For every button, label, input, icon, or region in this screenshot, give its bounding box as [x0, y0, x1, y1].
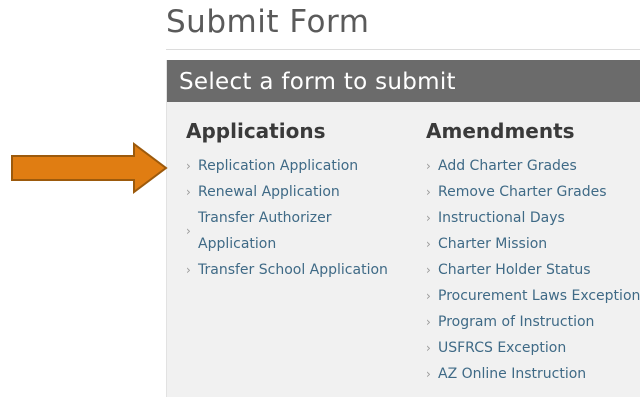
list-item: › Remove Charter Grades: [426, 179, 640, 205]
list-item: › Charter Mission: [426, 231, 640, 257]
form-selection-panel: Select a form to submit Applications › R…: [166, 60, 640, 397]
list-item: › Replication Application: [186, 153, 408, 179]
list-item: › USFRCS Exception: [426, 335, 640, 361]
list-item: › Program of Instruction: [426, 309, 640, 335]
list-item: › Transfer Authorizer Application: [186, 205, 408, 257]
chevron-right-icon: ›: [426, 159, 431, 173]
list-item: › Instructional Days: [426, 205, 640, 231]
chevron-right-icon: ›: [426, 315, 431, 329]
chevron-right-icon: ›: [426, 263, 431, 277]
procurement-laws-exception-link[interactable]: Procurement Laws Exception: [438, 283, 640, 309]
replication-application-link[interactable]: Replication Application: [198, 153, 358, 179]
amendments-list: › Add Charter Grades › Remove Charter Gr…: [426, 153, 640, 387]
list-item: › Transfer School Application: [186, 257, 408, 283]
transfer-school-application-link[interactable]: Transfer School Application: [198, 257, 388, 283]
add-charter-grades-link[interactable]: Add Charter Grades: [438, 153, 577, 179]
amendments-column: Amendments › Add Charter Grades › Remove…: [426, 118, 640, 387]
charter-holder-status-link[interactable]: Charter Holder Status: [438, 257, 591, 283]
az-online-instruction-link[interactable]: AZ Online Instruction: [438, 361, 586, 387]
chevron-right-icon: ›: [186, 159, 191, 173]
list-item: › Procurement Laws Exception: [426, 283, 640, 309]
arrow-shape: [11, 142, 168, 194]
chevron-right-icon: ›: [426, 341, 431, 355]
applications-list: › Replication Application › Renewal Appl…: [186, 153, 408, 283]
chevron-right-icon: ›: [186, 185, 191, 199]
usfrcs-exception-link[interactable]: USFRCS Exception: [438, 335, 566, 361]
chevron-right-icon: ›: [186, 224, 191, 238]
applications-heading: Applications: [186, 119, 326, 143]
chevron-right-icon: ›: [426, 211, 431, 225]
instructional-days-link[interactable]: Instructional Days: [438, 205, 565, 231]
applications-column: Applications › Replication Application ›…: [186, 118, 408, 283]
panel-header: Select a form to submit: [167, 60, 640, 102]
page-title: Submit Form: [166, 4, 370, 40]
program-of-instruction-link[interactable]: Program of Instruction: [438, 309, 594, 335]
list-item: › AZ Online Instruction: [426, 361, 640, 387]
chevron-right-icon: ›: [426, 185, 431, 199]
chevron-right-icon: ›: [426, 289, 431, 303]
list-item: › Renewal Application: [186, 179, 408, 205]
chevron-right-icon: ›: [186, 263, 191, 277]
renewal-application-link[interactable]: Renewal Application: [198, 179, 340, 205]
remove-charter-grades-link[interactable]: Remove Charter Grades: [438, 179, 607, 205]
arrow-right-icon: [11, 142, 168, 194]
transfer-authorizer-application-link[interactable]: Transfer Authorizer Application: [198, 205, 332, 257]
list-item: › Charter Holder Status: [426, 257, 640, 283]
charter-mission-link[interactable]: Charter Mission: [438, 231, 547, 257]
chevron-right-icon: ›: [426, 367, 431, 381]
amendments-heading: Amendments: [426, 119, 575, 143]
chevron-right-icon: ›: [426, 237, 431, 251]
list-item: › Add Charter Grades: [426, 153, 640, 179]
title-divider: [166, 49, 640, 50]
